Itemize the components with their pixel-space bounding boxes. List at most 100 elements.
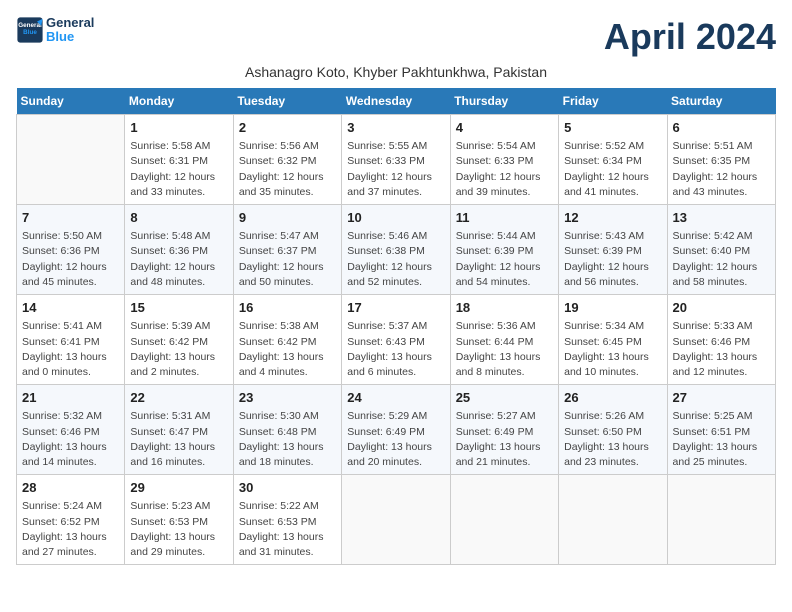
day-info: Sunrise: 5:22 AM Sunset: 6:53 PM Dayligh… (239, 499, 336, 560)
day-cell: 18 Sunrise: 5:36 AM Sunset: 6:44 PM Dayli… (450, 295, 558, 385)
day-info: Sunrise: 5:52 AM Sunset: 6:34 PM Dayligh… (564, 139, 661, 200)
day-number: 14 (22, 299, 119, 317)
day-info: Sunrise: 5:24 AM Sunset: 6:52 PM Dayligh… (22, 499, 119, 560)
day-cell (559, 475, 667, 565)
day-number: 26 (564, 389, 661, 407)
day-cell: 19 Sunrise: 5:34 AM Sunset: 6:45 PM Dayli… (559, 295, 667, 385)
day-number: 29 (130, 479, 227, 497)
day-info: Sunrise: 5:56 AM Sunset: 6:32 PM Dayligh… (239, 139, 336, 200)
day-number: 19 (564, 299, 661, 317)
day-cell: 11 Sunrise: 5:44 AM Sunset: 6:39 PM Dayli… (450, 205, 558, 295)
day-number: 16 (239, 299, 336, 317)
day-info: Sunrise: 5:26 AM Sunset: 6:50 PM Dayligh… (564, 409, 661, 470)
day-number: 30 (239, 479, 336, 497)
day-cell: 23Sunrise: 5:30 AM Sunset: 6:48 PM Dayli… (233, 385, 341, 475)
day-number: 10 (347, 209, 444, 227)
day-info: Sunrise: 5:55 AM Sunset: 6:33 PM Dayligh… (347, 139, 444, 200)
day-cell: 8Sunrise: 5:48 AM Sunset: 6:36 PM Daylig… (125, 205, 233, 295)
day-number: 6 (673, 119, 770, 137)
day-info: Sunrise: 5:44 AM Sunset: 6:39 PM Dayligh… (456, 229, 553, 290)
day-cell: 14 Sunrise: 5:41 AM Sunset: 6:41 PM Dayli… (17, 295, 125, 385)
week-row-5: 28Sunrise: 5:24 AM Sunset: 6:52 PM Dayli… (17, 475, 776, 565)
day-info: Sunrise: 5:33 AM Sunset: 6:46 PM Dayligh… (673, 319, 770, 380)
day-number: 1 (130, 119, 227, 137)
day-info: Sunrise: 5:31 AM Sunset: 6:47 PM Dayligh… (130, 409, 227, 470)
day-number: 17 (347, 299, 444, 317)
day-cell (17, 115, 125, 205)
day-cell: 1 Sunrise: 5:58 AM Sunset: 6:31 PM Daylig… (125, 115, 233, 205)
day-info: Sunrise: 5:51 AM Sunset: 6:35 PM Dayligh… (673, 139, 770, 200)
day-cell: 21 Sunrise: 5:32 AM Sunset: 6:46 PM Dayli… (17, 385, 125, 475)
week-row-4: 21 Sunrise: 5:32 AM Sunset: 6:46 PM Dayli… (17, 385, 776, 475)
calendar-header-row: SundayMondayTuesdayWednesdayThursdayFrid… (17, 88, 776, 115)
month-title: April 2024 (604, 16, 776, 58)
day-number: 11 (456, 209, 553, 227)
day-cell: 4 Sunrise: 5:54 AM Sunset: 6:33 PM Daylig… (450, 115, 558, 205)
column-header-sunday: Sunday (17, 88, 125, 115)
day-cell: 12 Sunrise: 5:43 AM Sunset: 6:39 PM Dayli… (559, 205, 667, 295)
logo-icon: General Blue (16, 16, 44, 44)
week-row-1: 1 Sunrise: 5:58 AM Sunset: 6:31 PM Daylig… (17, 115, 776, 205)
day-info: Sunrise: 5:34 AM Sunset: 6:45 PM Dayligh… (564, 319, 661, 380)
day-number: 7 (22, 209, 119, 227)
calendar-body: 1 Sunrise: 5:58 AM Sunset: 6:31 PM Daylig… (17, 115, 776, 565)
day-number: 15 (130, 299, 227, 317)
day-number: 5 (564, 119, 661, 137)
day-info: Sunrise: 5:58 AM Sunset: 6:31 PM Dayligh… (130, 139, 227, 200)
day-cell: 5 Sunrise: 5:52 AM Sunset: 6:34 PM Daylig… (559, 115, 667, 205)
week-row-3: 14 Sunrise: 5:41 AM Sunset: 6:41 PM Dayli… (17, 295, 776, 385)
day-number: 21 (22, 389, 119, 407)
day-number: 3 (347, 119, 444, 137)
day-cell: 3 Sunrise: 5:55 AM Sunset: 6:33 PM Daylig… (342, 115, 450, 205)
day-info: Sunrise: 5:36 AM Sunset: 6:44 PM Dayligh… (456, 319, 553, 380)
day-number: 24 (347, 389, 444, 407)
day-cell: 26 Sunrise: 5:26 AM Sunset: 6:50 PM Dayli… (559, 385, 667, 475)
calendar-table: SundayMondayTuesdayWednesdayThursdayFrid… (16, 88, 776, 565)
day-info: Sunrise: 5:37 AM Sunset: 6:43 PM Dayligh… (347, 319, 444, 380)
day-info: Sunrise: 5:43 AM Sunset: 6:39 PM Dayligh… (564, 229, 661, 290)
day-cell: 30 Sunrise: 5:22 AM Sunset: 6:53 PM Dayli… (233, 475, 341, 565)
svg-text:General: General (18, 22, 42, 29)
logo: General Blue General Blue (16, 16, 94, 45)
day-info: Sunrise: 5:54 AM Sunset: 6:33 PM Dayligh… (456, 139, 553, 200)
day-cell: 28Sunrise: 5:24 AM Sunset: 6:52 PM Dayli… (17, 475, 125, 565)
day-number: 9 (239, 209, 336, 227)
day-number: 27 (673, 389, 770, 407)
day-info: Sunrise: 5:48 AM Sunset: 6:36 PM Dayligh… (130, 229, 227, 290)
day-info: Sunrise: 5:42 AM Sunset: 6:40 PM Dayligh… (673, 229, 770, 290)
day-info: Sunrise: 5:29 AM Sunset: 6:49 PM Dayligh… (347, 409, 444, 470)
column-header-friday: Friday (559, 88, 667, 115)
day-cell: 9 Sunrise: 5:47 AM Sunset: 6:37 PM Daylig… (233, 205, 341, 295)
day-info: Sunrise: 5:46 AM Sunset: 6:38 PM Dayligh… (347, 229, 444, 290)
svg-text:Blue: Blue (23, 29, 37, 36)
day-info: Sunrise: 5:25 AM Sunset: 6:51 PM Dayligh… (673, 409, 770, 470)
day-number: 12 (564, 209, 661, 227)
day-info: Sunrise: 5:47 AM Sunset: 6:37 PM Dayligh… (239, 229, 336, 290)
logo-text-line2: Blue (46, 30, 94, 44)
day-number: 2 (239, 119, 336, 137)
day-number: 13 (673, 209, 770, 227)
day-cell: 2 Sunrise: 5:56 AM Sunset: 6:32 PM Daylig… (233, 115, 341, 205)
day-cell: 20Sunrise: 5:33 AM Sunset: 6:46 PM Dayli… (667, 295, 775, 385)
day-cell (342, 475, 450, 565)
day-number: 18 (456, 299, 553, 317)
day-cell: 13 Sunrise: 5:42 AM Sunset: 6:40 PM Dayli… (667, 205, 775, 295)
column-header-monday: Monday (125, 88, 233, 115)
week-row-2: 7Sunrise: 5:50 AM Sunset: 6:36 PM Daylig… (17, 205, 776, 295)
column-header-thursday: Thursday (450, 88, 558, 115)
day-cell: 15Sunrise: 5:39 AM Sunset: 6:42 PM Dayli… (125, 295, 233, 385)
day-number: 4 (456, 119, 553, 137)
day-info: Sunrise: 5:38 AM Sunset: 6:42 PM Dayligh… (239, 319, 336, 380)
day-cell: 7Sunrise: 5:50 AM Sunset: 6:36 PM Daylig… (17, 205, 125, 295)
month-title-section: April 2024 (604, 16, 776, 58)
day-number: 22 (130, 389, 227, 407)
day-cell: 29Sunrise: 5:23 AM Sunset: 6:53 PM Dayli… (125, 475, 233, 565)
day-info: Sunrise: 5:41 AM Sunset: 6:41 PM Dayligh… (22, 319, 119, 380)
column-header-tuesday: Tuesday (233, 88, 341, 115)
day-cell: 24 Sunrise: 5:29 AM Sunset: 6:49 PM Dayli… (342, 385, 450, 475)
day-cell: 16 Sunrise: 5:38 AM Sunset: 6:42 PM Dayli… (233, 295, 341, 385)
subtitle: Ashanagro Koto, Khyber Pakhtunkhwa, Paki… (16, 64, 776, 80)
day-cell: 10 Sunrise: 5:46 AM Sunset: 6:38 PM Dayli… (342, 205, 450, 295)
day-info: Sunrise: 5:32 AM Sunset: 6:46 PM Dayligh… (22, 409, 119, 470)
day-cell: 22 Sunrise: 5:31 AM Sunset: 6:47 PM Dayli… (125, 385, 233, 475)
